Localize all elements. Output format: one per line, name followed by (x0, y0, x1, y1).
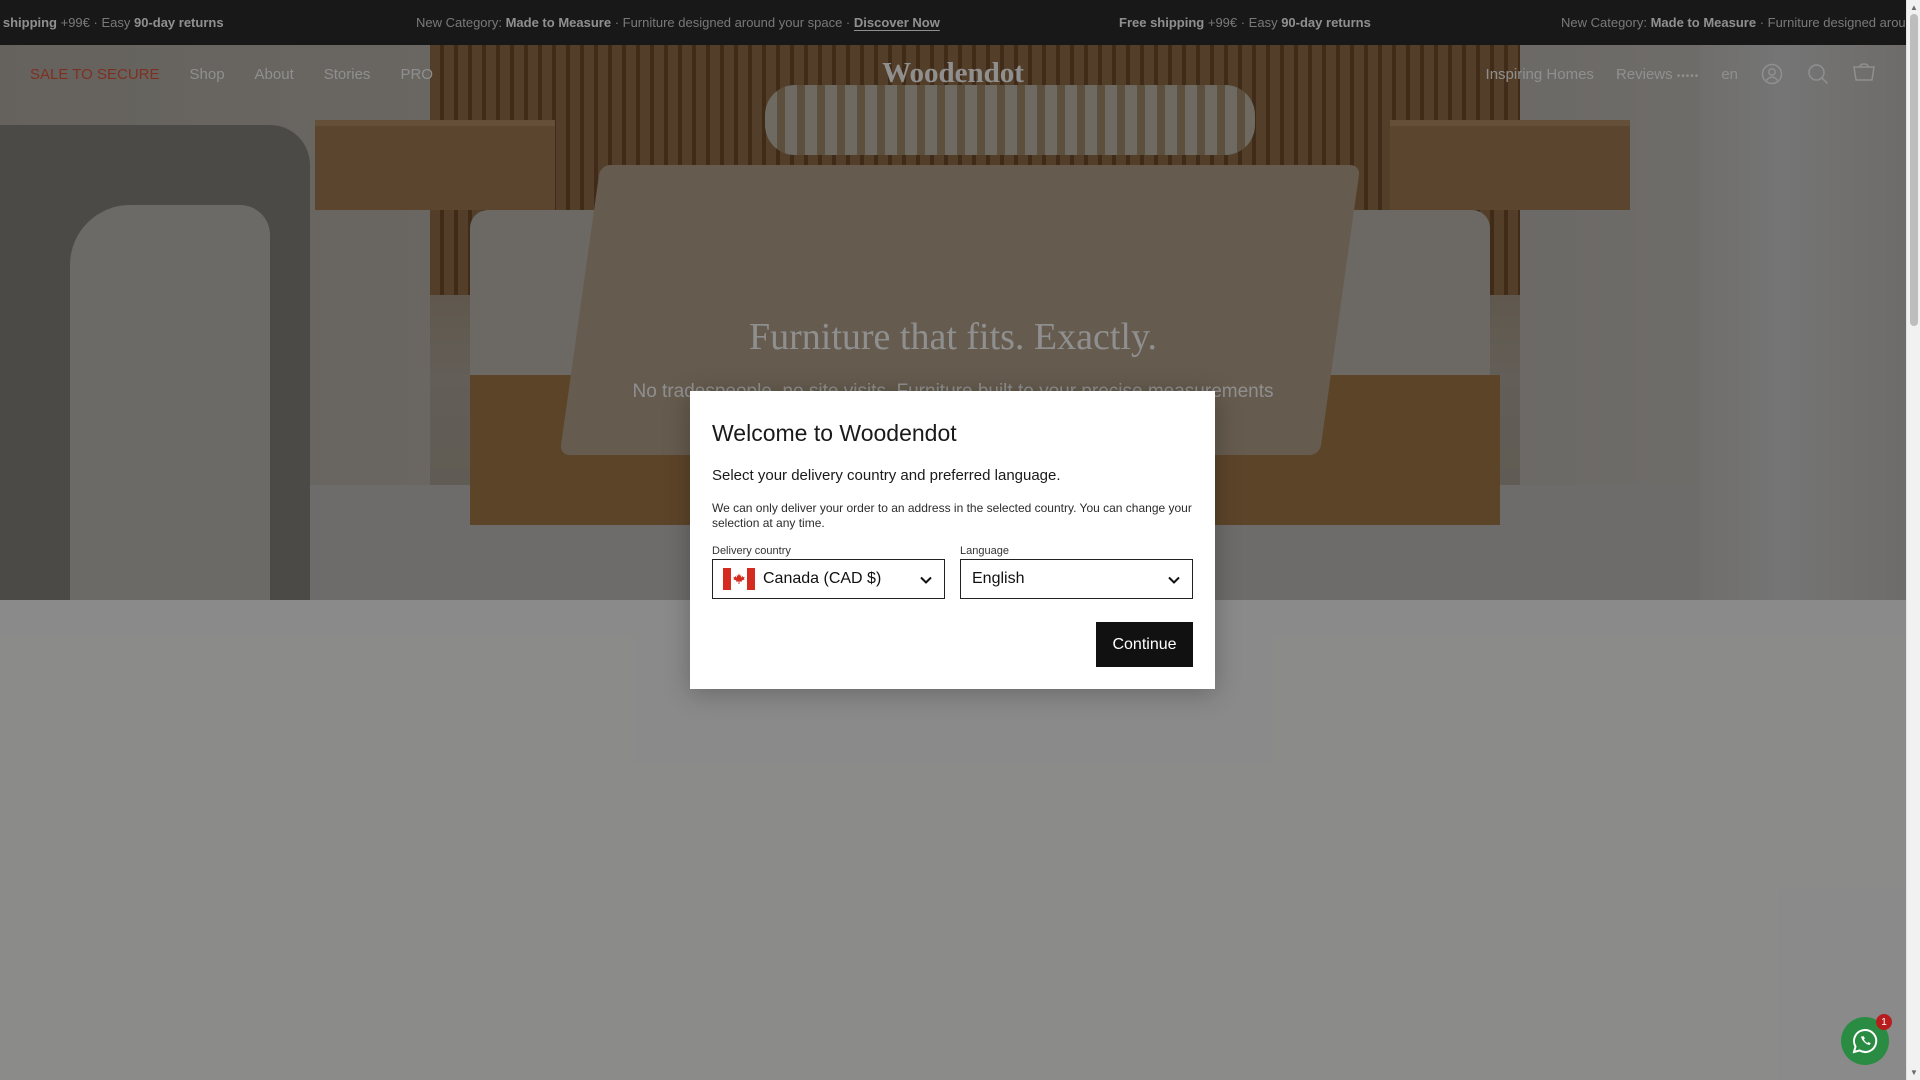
canada-flag-icon (723, 568, 755, 590)
language-select[interactable]: English (960, 559, 1193, 599)
scroll-down-icon[interactable]: ▼ (1910, 1068, 1918, 1077)
chevron-down-icon (1168, 576, 1180, 584)
whatsapp-icon (1852, 1028, 1878, 1054)
modal-subtitle: Select your delivery country and preferr… (712, 467, 1061, 484)
modal-title: Welcome to Woodendot (712, 420, 957, 446)
scrollbar[interactable]: ▲ ▼ (1906, 0, 1920, 1080)
notification-badge: 1 (1876, 1014, 1892, 1030)
delivery-country-label: Delivery country (712, 545, 791, 557)
country-language-modal: Welcome to Woodendot Select your deliver… (690, 391, 1215, 689)
scrollbar-thumb[interactable] (1910, 14, 1918, 326)
chevron-down-icon (920, 576, 932, 584)
scroll-up-icon[interactable]: ▲ (1910, 3, 1918, 12)
language-label: Language (960, 545, 1009, 557)
delivery-country-select[interactable]: Canada (CAD $) (712, 559, 945, 599)
continue-button[interactable]: Continue (1096, 622, 1193, 667)
language-value: English (972, 570, 1025, 587)
modal-note: We can only deliver your order to an add… (712, 501, 1192, 530)
delivery-country-value: Canada (CAD $) (763, 570, 882, 587)
